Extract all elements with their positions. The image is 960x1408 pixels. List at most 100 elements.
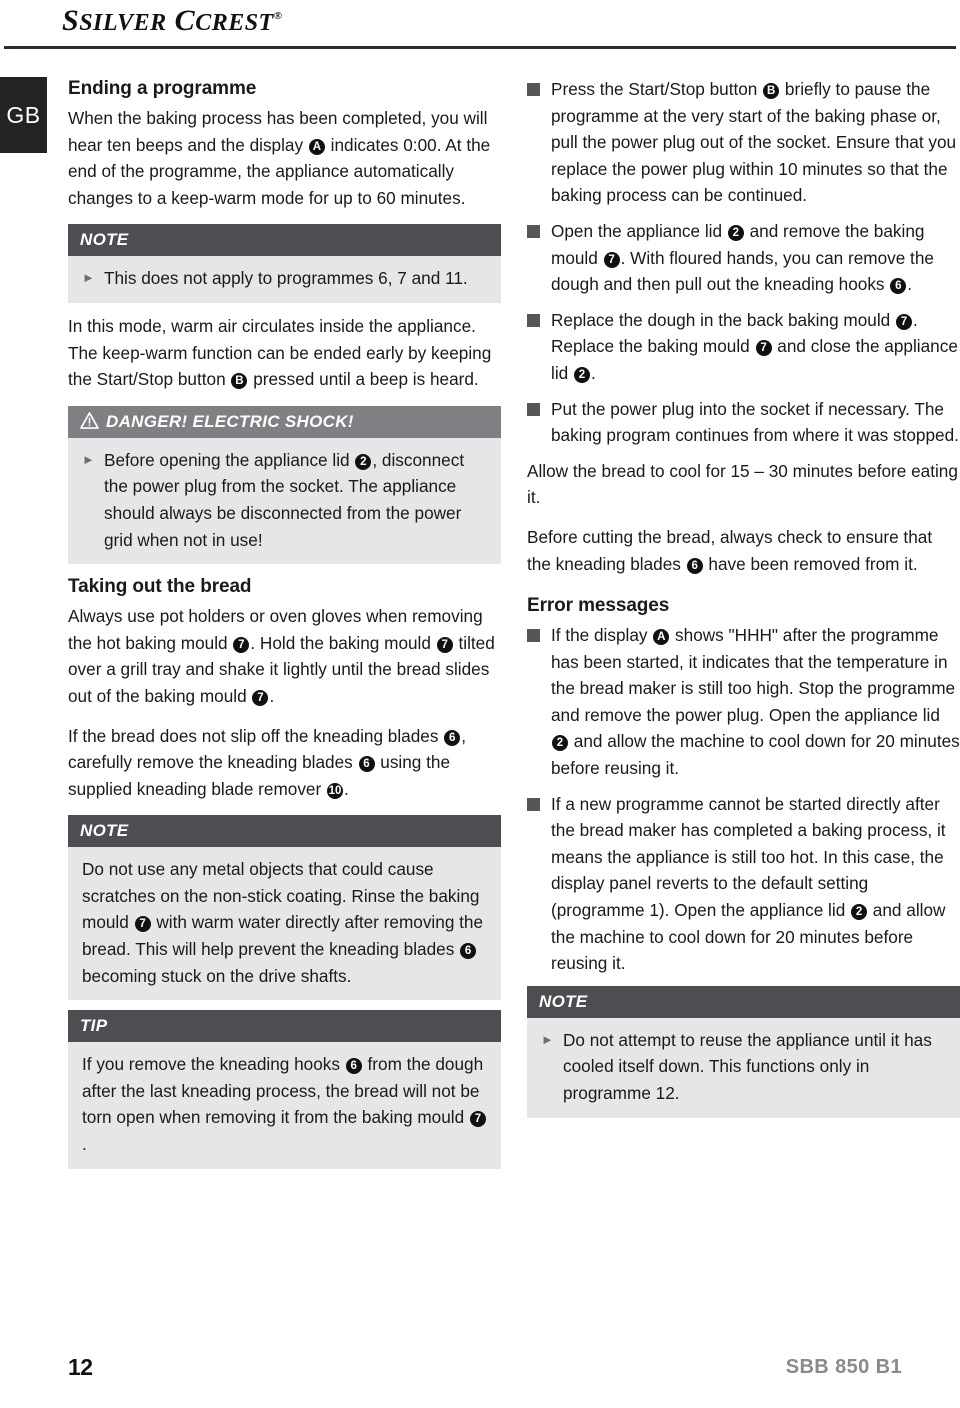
ref-badge-2: 2	[851, 904, 868, 921]
paragraph-cool-bread: Allow the bread to cool for 15 – 30 minu…	[527, 460, 958, 508]
ref-badge-b: B	[763, 83, 780, 99]
para-text: .	[82, 1134, 87, 1155]
list-item: If a new programme cannot be started dir…	[527, 791, 960, 977]
danger-callout: DANGER! ELECTRIC SHOCK! ► Before opening…	[68, 405, 501, 565]
danger-callout-body: ► Before opening the appliance lid 2, di…	[68, 437, 501, 565]
ref-badge-2: 2	[573, 366, 590, 383]
list-item: ► Before opening the appliance lid 2, di…	[82, 447, 487, 553]
square-bullet-icon	[527, 313, 540, 327]
triangle-bullet-icon: ►	[541, 1031, 554, 1047]
right-column: Press the Start/Stop button B briefly to…	[527, 76, 960, 1128]
square-bullet-icon	[527, 83, 540, 96]
brand-name-silver: SILVER	[79, 10, 167, 36]
paragraph-end-of-programme: When the baking process has been complet…	[68, 105, 501, 211]
paragraph-removing-mould: Always use pot holders or oven gloves wh…	[68, 603, 501, 709]
para-text: Press the Start/Stop button	[551, 79, 763, 99]
note-callout-3: NOTE ► Do not attempt to reuse the appli…	[527, 985, 960, 1118]
para-text: and allow the machine to cool down for 2…	[551, 731, 960, 779]
heading-error-messages: Error messages	[527, 595, 670, 617]
paragraph-keep-warm: In this mode, warm air circulates inside…	[68, 313, 501, 393]
square-bullet-icon	[527, 797, 540, 811]
tip-item-text: If you remove the kneading hooks 6 from …	[82, 1051, 487, 1157]
list-item: Open the appliance lid 2 and remove the …	[527, 218, 960, 298]
ref-badge-a: A	[308, 138, 325, 155]
ref-badge-7: 7	[469, 1111, 486, 1128]
country-tab-gb: GB	[0, 77, 47, 153]
list-item: If the display A shows "HHH" after the p…	[527, 622, 960, 782]
para-text: Replace the dough in the back baking mou…	[551, 309, 895, 330]
heading-ending-a-programme: Ending a programme	[68, 78, 257, 99]
note-callout-2-header: NOTE	[68, 815, 501, 848]
ref-badge-7: 7	[252, 689, 269, 706]
page-number: 12	[68, 1354, 93, 1380]
danger-label: DANGER! ELECTRIC SHOCK!	[106, 411, 354, 431]
tip-callout: TIP If you remove the kneading hooks 6 f…	[68, 1010, 501, 1169]
triangle-bullet-icon: ►	[82, 451, 95, 467]
note-callout-2-body: Do not use any metal objects that could …	[68, 847, 501, 1001]
note-item-text: Do not attempt to reuse the appliance un…	[563, 1029, 932, 1103]
page-header: SSILVER CCREST®	[0, 0, 960, 52]
list-item: Press the Start/Stop button B briefly to…	[527, 76, 960, 209]
ref-badge-2: 2	[355, 453, 372, 470]
para-text: becoming stuck on the drive shafts.	[82, 965, 352, 986]
ref-badge-b: B	[231, 373, 248, 390]
ref-badge-2: 2	[552, 735, 568, 752]
warning-triangle-icon	[80, 411, 99, 429]
para-text: have been removed from it.	[703, 553, 918, 574]
bullet-text-open-lid: Open the appliance lid 2 and remove the …	[551, 218, 960, 298]
ref-badge-6: 6	[345, 1058, 362, 1075]
list-item: ► This does not apply to programmes 6, 7…	[82, 265, 487, 292]
note-callout-1-header: NOTE	[68, 224, 501, 257]
para-text: .	[343, 778, 349, 799]
note-callout-3-body: ► Do not attempt to reuse the appliance …	[527, 1017, 960, 1118]
bullet-text-pause-programme: Press the Start/Stop button B briefly to…	[551, 76, 960, 209]
para-text: Before opening the appliance lid	[104, 449, 355, 470]
page-footer: 12 SBB 850 B1	[0, 1354, 960, 1384]
ref-badge-a: A	[653, 629, 670, 646]
ref-badge-6: 6	[890, 278, 907, 295]
ref-badge-6: 6	[358, 756, 375, 773]
ref-badge-7: 7	[896, 313, 912, 330]
brand-logo: SSILVER CCREST®	[62, 4, 283, 37]
note-item-text: This does not apply to programmes 6, 7 a…	[104, 268, 468, 289]
square-bullet-icon	[527, 629, 540, 643]
note-callout-1: NOTE ► This does not apply to programmes…	[68, 224, 501, 303]
ref-badge-10: 10	[326, 782, 343, 799]
ref-badge-6: 6	[460, 943, 477, 960]
danger-callout-header: DANGER! ELECTRIC SHOCK!	[68, 405, 501, 438]
para-text: pressed until a beep is heard.	[248, 369, 479, 390]
note-callout-3-header: NOTE	[527, 985, 960, 1018]
para-text: . Hold the baking mould	[250, 632, 436, 653]
bullet-text-hhh-error: If the display A shows "HHH" after the p…	[551, 622, 960, 782]
para-text: .	[907, 274, 913, 295]
list-item: Replace the dough in the back baking mou…	[527, 307, 960, 387]
ref-badge-7: 7	[134, 916, 151, 933]
list-item: ► Do not attempt to reuse the appliance …	[541, 1027, 946, 1107]
note-callout-2: NOTE Do not use any metal objects that c…	[68, 815, 501, 1001]
heading-taking-out-the-bread: Taking out the bread	[68, 576, 252, 598]
note-callout-1-body: ► This does not apply to programmes 6, 7…	[68, 256, 501, 303]
registered-mark-icon: ®	[273, 10, 283, 22]
danger-item-text: Before opening the appliance lid 2, disc…	[104, 447, 487, 553]
left-column: Ending a programme When the baking proce…	[68, 76, 501, 1179]
note-item-text: Do not use any metal objects that could …	[82, 856, 487, 989]
bullet-text-too-hot-error: If a new programme cannot be started dir…	[551, 791, 960, 977]
note-label: NOTE	[539, 991, 588, 1011]
ref-badge-7: 7	[436, 636, 453, 653]
country-tab-label: GB	[6, 101, 41, 128]
paragraph-before-cutting: Before cutting the bread, always check t…	[527, 524, 960, 577]
header-divider	[4, 46, 956, 49]
square-bullet-icon	[527, 224, 540, 238]
note-label: NOTE	[80, 230, 129, 250]
square-bullet-icon	[527, 402, 540, 416]
para-text: .	[590, 362, 596, 383]
ref-badge-7: 7	[755, 340, 772, 357]
ref-badge-7: 7	[233, 636, 250, 653]
ref-badge-6: 6	[686, 557, 703, 574]
tip-callout-header: TIP	[68, 1010, 501, 1043]
para-text: .	[269, 685, 275, 706]
bullet-text-power-plug: Put the power plug into the socket if ne…	[551, 398, 959, 446]
para-text: Open the appliance lid	[551, 220, 727, 241]
ref-badge-7: 7	[603, 251, 620, 268]
model-identifier: SBB 850 B1	[785, 1356, 902, 1378]
